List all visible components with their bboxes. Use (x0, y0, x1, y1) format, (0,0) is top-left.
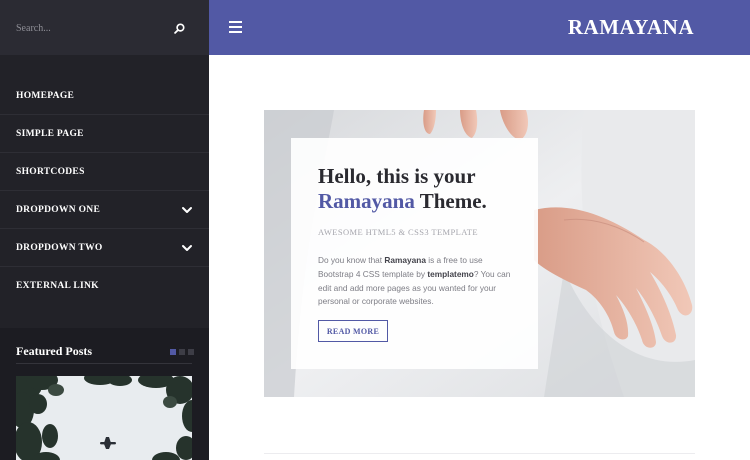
hero-text-author-link[interactable]: templatemo (427, 269, 474, 279)
hero-title-end: Theme. (414, 189, 487, 213)
nav-item-dropdown-two[interactable]: DROPDOWN TWO (0, 229, 209, 267)
search-button[interactable] (168, 17, 190, 39)
hero-subtitle: AWESOME HTML5 & CSS3 TEMPLATE (318, 227, 478, 237)
hamburger-line (229, 26, 242, 28)
sky-trees-image (16, 376, 192, 460)
sidebar-nav: HOMEPAGE SIMPLE PAGE SHORTCODES DROPDOWN… (0, 77, 209, 305)
nav-item-dropdown-one[interactable]: DROPDOWN ONE (0, 191, 209, 229)
carousel-dot-1[interactable] (170, 349, 176, 355)
nav-item-external-link[interactable]: EXTERNAL LINK (0, 267, 209, 305)
nav-label: SIMPLE PAGE (16, 128, 84, 139)
featured-posts: Featured Posts (0, 328, 209, 460)
search-bar (0, 0, 209, 55)
nav-label: EXTERNAL LINK (16, 281, 99, 291)
hero-text-brand: Ramayana (384, 255, 426, 265)
hero-card: Hello, this is your Ramayana Theme. AWES… (291, 138, 538, 369)
top-header: RAMAYANA (209, 0, 750, 55)
carousel-dots (170, 349, 194, 355)
carousel-dot-3[interactable] (188, 349, 194, 355)
nav-label: SHORTCODES (16, 166, 85, 177)
carousel-dot-2[interactable] (179, 349, 185, 355)
nav-label: HOMEPAGE (16, 90, 75, 101)
nav-item-simple-page[interactable]: SIMPLE PAGE (0, 115, 209, 153)
menu-toggle-button[interactable] (229, 20, 243, 34)
featured-title: Featured Posts (16, 344, 93, 358)
read-more-button[interactable]: READ MORE (318, 320, 388, 342)
featured-post-image[interactable] (16, 376, 192, 460)
chevron-down-icon (182, 245, 192, 251)
search-input[interactable] (16, 16, 166, 40)
featured-divider (16, 363, 192, 364)
hero-text-part: Do you know that (318, 255, 385, 265)
hero-description: Do you know that Ramayana is a free to u… (318, 254, 518, 309)
hero-title: Hello, this is your Ramayana Theme. (318, 164, 518, 214)
nav-item-shortcodes[interactable]: SHORTCODES (0, 153, 209, 191)
search-icon (173, 22, 185, 34)
nav-item-homepage[interactable]: HOMEPAGE (0, 77, 209, 115)
content-divider (264, 453, 695, 454)
hero-title-line1: Hello, this is your (318, 164, 476, 188)
hamburger-line (229, 31, 242, 33)
hero-title-accent: Ramayana (318, 189, 415, 213)
sidebar: HOMEPAGE SIMPLE PAGE SHORTCODES DROPDOWN… (0, 0, 209, 460)
hamburger-icon (229, 21, 242, 23)
site-logo[interactable]: RAMAYANA (568, 15, 694, 40)
nav-label: DROPDOWN ONE (16, 204, 101, 215)
chevron-down-icon (182, 207, 192, 213)
nav-label: DROPDOWN TWO (16, 242, 103, 253)
